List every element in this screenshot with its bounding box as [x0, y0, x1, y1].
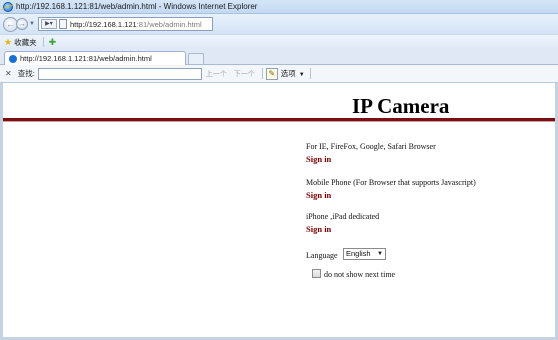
sign-in-iphone-ipad-link[interactable]: Sign in — [306, 224, 331, 234]
favorites-star-icon: ★ — [4, 36, 13, 47]
language-selected-value: English — [346, 249, 371, 258]
page-viewport: IP Camera For IE, FireFox, Google, Safar… — [3, 84, 555, 337]
sign-in-mobile-link[interactable]: Sign in — [306, 190, 331, 200]
address-url-path: :81/web/admin.html — [136, 19, 202, 29]
history-dropdown-icon[interactable]: ▼ — [29, 21, 35, 27]
find-next-button[interactable]: 下一个 — [234, 69, 255, 79]
compat-view-icon[interactable]: ▶▾ — [40, 19, 57, 29]
window-title-bar: http://192.168.1.121:81/web/admin.html -… — [0, 0, 558, 14]
find-separator — [261, 68, 263, 79]
option-iphone-ipad-text: iPhone ,iPad dedicated — [306, 212, 380, 221]
option-mobile-text: Mobile Phone (For Browser that supports … — [306, 178, 476, 187]
navigation-bar: ← → ▼ ▶▾ http://192.168.1.121:81/web/adm… — [0, 14, 558, 34]
favorites-separator — [42, 37, 44, 47]
option-pc-browser-text: For IE, FireFox, Google, Safari Browser — [306, 142, 436, 151]
forward-button-icon[interactable]: → — [16, 18, 28, 30]
ie-logo-icon — [3, 1, 13, 12]
find-options-button[interactable]: 选项 ▼ — [281, 68, 305, 79]
dont-show-checkbox[interactable] — [312, 269, 321, 278]
page-icon — [58, 19, 67, 29]
tab-label: http://192.168.1.121:81/web/admin.html — [20, 54, 152, 63]
chevron-down-icon: ▼ — [377, 251, 383, 257]
find-separator-end — [309, 68, 311, 79]
favorites-button[interactable]: 收藏夹 — [14, 37, 37, 48]
language-select[interactable]: English ▼ — [343, 248, 386, 260]
tab-admin[interactable]: http://192.168.1.121:81/web/admin.html — [4, 51, 186, 65]
chevron-down-icon: ▼ — [298, 72, 305, 78]
find-previous-button[interactable]: 上一个 — [206, 69, 227, 79]
close-find-icon[interactable]: ✕ — [5, 69, 12, 78]
find-label: 查找: — [17, 69, 35, 78]
tab-favicon-icon — [9, 54, 17, 63]
highlight-icon[interactable]: ✎ — [265, 67, 278, 80]
sign-in-pc-browser-link[interactable]: Sign in — [306, 154, 331, 164]
favorites-bar: ★ 收藏夹 ✚ — [0, 34, 558, 49]
address-url-host: http://192.168.1.121 — [69, 19, 137, 29]
find-input[interactable] — [37, 67, 202, 80]
tab-strip: http://192.168.1.121:81/web/admin.html — [0, 49, 558, 65]
find-bar: ✕ 查找: 上一个 下一个 ✎ 选项 ▼ — [0, 65, 558, 83]
address-url[interactable]: http://192.168.1.121:81/web/admin.html — [70, 20, 202, 29]
dont-show-label: do not show next time — [324, 270, 396, 279]
address-bar[interactable]: ▶▾ http://192.168.1.121:81/web/admin.htm… — [37, 17, 213, 31]
add-favorite-icon[interactable]: ✚ — [49, 37, 57, 48]
find-options-label: 选项 — [280, 69, 296, 78]
language-label: Language — [306, 251, 338, 260]
new-tab-button[interactable] — [188, 53, 204, 64]
page-title: IP Camera — [352, 94, 450, 118]
window-title: http://192.168.1.121:81/web/admin.html -… — [16, 2, 258, 11]
title-divider-shadow — [3, 121, 555, 122]
